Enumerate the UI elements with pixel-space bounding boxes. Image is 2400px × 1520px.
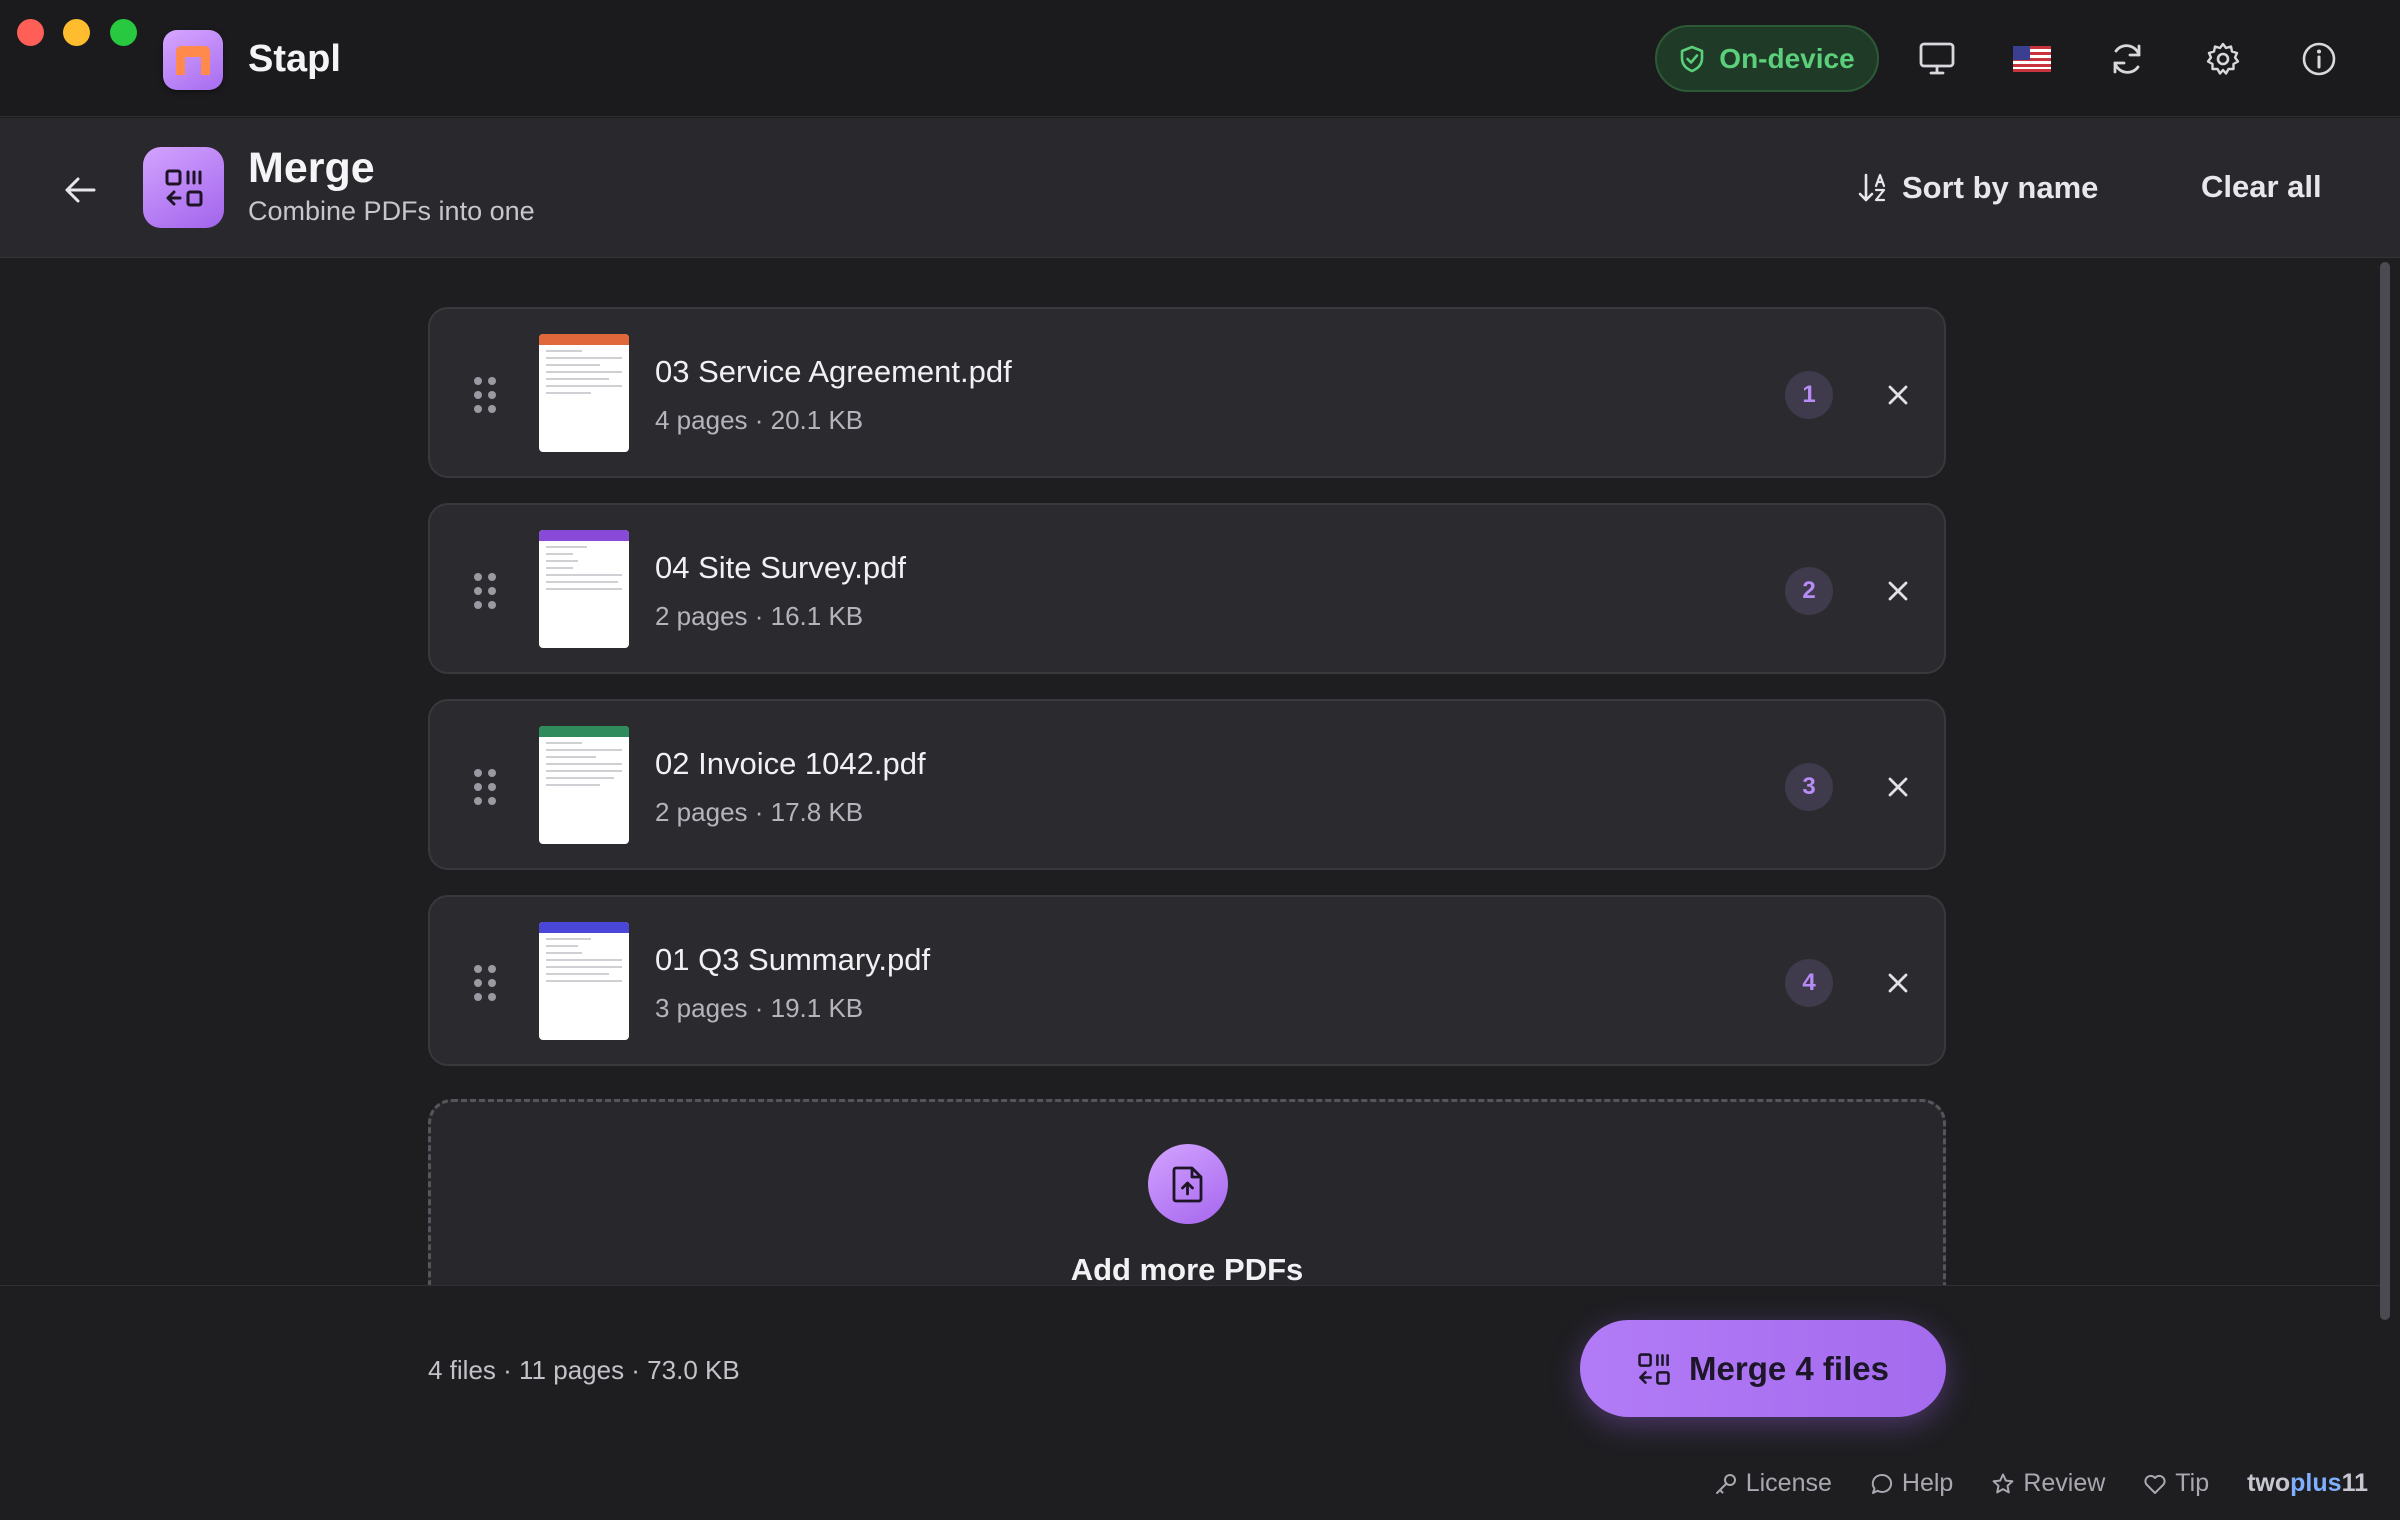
- sort-label: Sort by name: [1902, 170, 2099, 205]
- page-subtitle: Combine PDFs into one: [248, 196, 535, 226]
- back-button[interactable]: [58, 168, 102, 212]
- file-card[interactable]: 02 Invoice 1042.pdf 2 pages · 17.8 KB 3: [428, 699, 1946, 870]
- brand-link[interactable]: twoplus11: [2247, 1469, 2368, 1498]
- merge-icon: [165, 169, 202, 206]
- window-zoom-button[interactable]: [110, 19, 137, 46]
- brand-prefix: two: [2247, 1469, 2291, 1497]
- gear-icon[interactable]: [2200, 36, 2246, 82]
- file-name: 03 Service Agreement.pdf: [655, 354, 1012, 389]
- window-minimize-button[interactable]: [63, 19, 90, 46]
- add-more-label: Add more PDFs: [1070, 1252, 1304, 1285]
- footer: 4 files · 11 pages · 73.0 KB Merge 4 fil…: [0, 1285, 2380, 1520]
- help-link[interactable]: Help: [1870, 1469, 1953, 1498]
- file-meta: 3 pages · 19.1 KB: [655, 993, 864, 1023]
- us-flag-icon[interactable]: [2009, 36, 2055, 82]
- tip-label: Tip: [2175, 1469, 2210, 1497]
- heart-icon: [2144, 1474, 2166, 1494]
- files-summary: 4 files · 11 pages · 73.0 KB: [428, 1355, 740, 1385]
- file-meta: 2 pages · 16.1 KB: [655, 601, 864, 631]
- tool-header: Merge Combine PDFs into one Sort by name…: [0, 118, 2400, 258]
- file-card[interactable]: 04 Site Survey.pdf 2 pages · 16.1 KB 2: [428, 503, 1946, 674]
- stapler-icon: [176, 46, 210, 75]
- close-icon: [1888, 973, 1908, 993]
- scrollbar-thumb[interactable]: [2380, 262, 2390, 1320]
- file-meta: 2 pages · 17.8 KB: [655, 797, 864, 827]
- merge-files-button[interactable]: Merge 4 files: [1580, 1320, 1946, 1417]
- footer-links: License Help Review Tip twoplus11: [1714, 1469, 2368, 1498]
- file-name: 04 Site Survey.pdf: [655, 550, 907, 585]
- sort-by-name-button[interactable]: Sort by name: [1858, 166, 2098, 210]
- file-upload-icon: [1172, 1166, 1203, 1203]
- pdf-thumbnail: [539, 334, 629, 452]
- pdf-thumbnail: [539, 726, 629, 844]
- pdf-thumbnail: [539, 922, 629, 1040]
- brand-suffix: 11: [2341, 1469, 2368, 1497]
- chat-bubble-icon: [1871, 1473, 1892, 1494]
- scrollbar[interactable]: [2380, 262, 2394, 1320]
- window-close-button[interactable]: [17, 19, 44, 46]
- review-label: Review: [2023, 1469, 2106, 1497]
- drag-handle-icon[interactable]: [474, 769, 496, 805]
- license-label: License: [1745, 1469, 1832, 1497]
- file-name: 02 Invoice 1042.pdf: [655, 746, 926, 781]
- file-card[interactable]: 01 Q3 Summary.pdf 3 pages · 19.1 KB 4: [428, 895, 1946, 1066]
- tip-link[interactable]: Tip: [2143, 1469, 2209, 1498]
- remove-file-button[interactable]: [1876, 569, 1920, 613]
- merge-label: Merge 4 files: [1689, 1349, 1889, 1387]
- help-label: Help: [1901, 1469, 1954, 1497]
- merge-tool-icon: [143, 147, 224, 228]
- app-name: Stapl: [248, 38, 341, 80]
- file-name: 01 Q3 Summary.pdf: [655, 942, 931, 977]
- order-badge: 2: [1785, 567, 1833, 615]
- drag-handle-icon[interactable]: [474, 965, 496, 1001]
- shield-check-icon: [1680, 45, 1704, 72]
- order-badge: 3: [1785, 763, 1833, 811]
- title-bar: Stapl On-device: [0, 0, 2400, 117]
- sort-icon: [1858, 173, 1886, 202]
- add-file-button[interactable]: [1148, 1144, 1228, 1224]
- file-list-area[interactable]: 03 Service Agreement.pdf 4 pages · 20.1 …: [0, 259, 2380, 1285]
- merge-icon: [1638, 1352, 1670, 1385]
- brand-highlight: plus: [2290, 1469, 2342, 1497]
- drag-handle-icon[interactable]: [474, 377, 496, 413]
- license-link[interactable]: License: [1714, 1469, 1832, 1498]
- order-badge: 1: [1785, 371, 1833, 419]
- review-link[interactable]: Review: [1991, 1469, 2105, 1498]
- star-icon: [1992, 1473, 2014, 1493]
- app-logo: [163, 30, 223, 90]
- remove-file-button[interactable]: [1876, 373, 1920, 417]
- remove-file-button[interactable]: [1876, 765, 1920, 809]
- drag-handle-icon[interactable]: [474, 573, 496, 609]
- remove-file-button[interactable]: [1876, 961, 1920, 1005]
- arrow-left-icon: [65, 177, 96, 203]
- order-badge: 4: [1785, 959, 1833, 1007]
- close-icon: [1888, 581, 1908, 601]
- on-device-badge[interactable]: On-device: [1655, 25, 1879, 92]
- close-icon: [1888, 777, 1908, 797]
- on-device-label: On-device: [1719, 42, 1855, 74]
- page-title: Merge: [248, 144, 375, 192]
- clear-all-button[interactable]: Clear all: [2201, 169, 2322, 205]
- close-icon: [1888, 385, 1908, 405]
- file-meta: 4 pages · 20.1 KB: [655, 405, 864, 435]
- monitor-icon[interactable]: [1914, 36, 1960, 82]
- pdf-thumbnail: [539, 530, 629, 648]
- file-card[interactable]: 03 Service Agreement.pdf 4 pages · 20.1 …: [428, 307, 1946, 478]
- refresh-icon[interactable]: [2104, 36, 2150, 82]
- add-pdfs-dropzone[interactable]: Add more PDFs: [428, 1099, 1946, 1285]
- info-icon[interactable]: [2296, 36, 2342, 82]
- key-icon: [1715, 1473, 1736, 1494]
